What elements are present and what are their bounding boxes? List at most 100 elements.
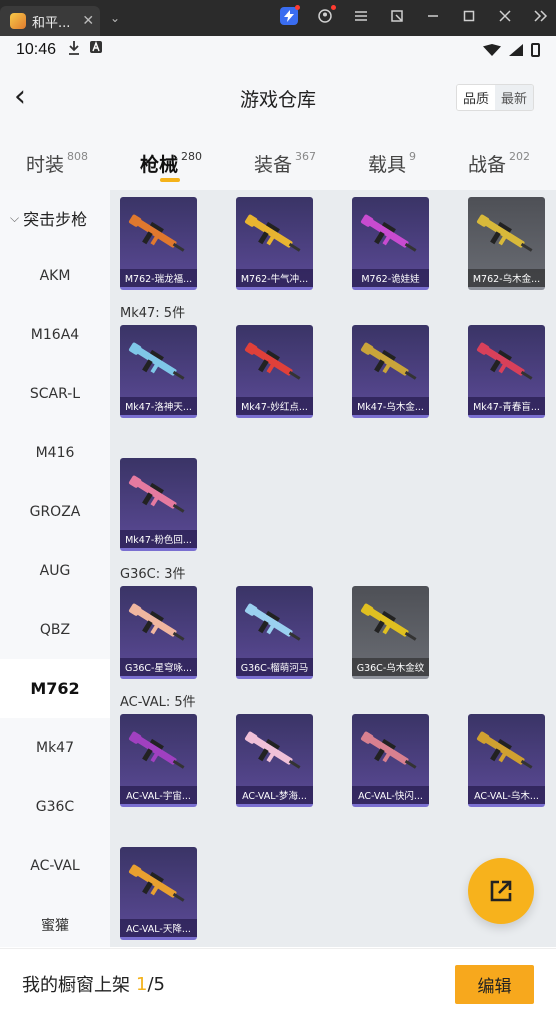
- item-grid: M762-瑞龙福... M762-牛气冲... M762-诡娃娃 M762-乌木金..…: [120, 197, 556, 290]
- app-screen: 10:46 ‹ 游戏仓库 品质 最新 时装 808 枪械 280 装备 367 载具 9…: [0, 36, 556, 1019]
- download-icon: [68, 41, 80, 59]
- rifle-icon: [244, 214, 301, 252]
- sidebar-item[interactable]: GROZA: [0, 482, 110, 541]
- tab-count: 280: [181, 150, 202, 163]
- rifle-icon: [128, 342, 185, 380]
- share-button[interactable]: [468, 858, 534, 924]
- weapon-skin-card[interactable]: Mk47-粉色回...: [120, 458, 197, 551]
- tab-label: 载具: [367, 154, 406, 176]
- rifle-icon: [476, 731, 533, 769]
- weapon-skin-name: AC-VAL-宇宙...: [120, 786, 197, 804]
- rifle-icon: [244, 731, 301, 769]
- weapon-skin-card[interactable]: Mk47-洛神天...: [120, 325, 197, 418]
- tab-close-icon[interactable]: ✕: [82, 13, 94, 29]
- sidebar-item[interactable]: QBZ: [0, 600, 110, 659]
- category-tabs: 时装 808 枪械 280 装备 367 载具 9 战备 202: [0, 132, 556, 190]
- weapon-skin-card[interactable]: M762-乌木金...: [468, 197, 545, 290]
- weapon-skin-name: G36C-榴萌河马: [236, 658, 313, 676]
- rifle-icon: [244, 603, 301, 641]
- sidebar-item[interactable]: M762: [0, 659, 110, 718]
- edit-button[interactable]: 编辑: [455, 964, 534, 1004]
- rifle-icon: [360, 342, 417, 380]
- weapon-skin-card[interactable]: M762-诡娃娃: [352, 197, 429, 290]
- weapon-skin-name: G36C-乌木金纹: [352, 658, 429, 676]
- sidebar-item[interactable]: M16A4: [0, 305, 110, 364]
- tab-title: 和平...: [32, 15, 71, 31]
- showcase-label: 我的橱窗上架: [22, 975, 130, 996]
- showcase-total: /5: [147, 973, 165, 995]
- chevron-down-icon: ⌵: [10, 210, 20, 225]
- window-tabbar: 和平... ✕ ⌄: [0, 0, 556, 36]
- tab-vehicles[interactable]: 载具 9: [368, 150, 416, 177]
- weapon-skin-card[interactable]: AC-VAL-天降...: [120, 847, 197, 940]
- weapon-sidebar: ⌵ 突击步枪 AKM M16A4 SCAR-L M416 GROZA AUG QBZ M762…: [0, 190, 110, 947]
- tab-equipment[interactable]: 装备 367: [254, 150, 316, 177]
- item-grid-area: M762-瑞龙福... M762-牛气冲... M762-诡娃娃 M762-乌木金..…: [110, 190, 556, 947]
- tab-count: 808: [67, 150, 88, 163]
- weapon-skin-name: Mk47-青春盲...: [468, 397, 545, 415]
- sort-by-quality[interactable]: 品质: [456, 85, 495, 110]
- weapon-skin-name: AC-VAL-快闪...: [352, 786, 429, 804]
- double-chevron-icon[interactable]: [532, 7, 550, 25]
- weapon-skin-card[interactable]: AC-VAL-快闪...: [352, 714, 429, 807]
- external-link-icon: [490, 880, 512, 902]
- weapon-skin-card[interactable]: Mk47-青春盲...: [468, 325, 545, 418]
- sidebar-heading[interactable]: ⌵ 突击步枪: [0, 190, 110, 246]
- sidebar-item[interactable]: AKM: [0, 246, 110, 305]
- battery-icon: [531, 43, 540, 57]
- weapon-skin-name: Mk47-妙红点...: [236, 397, 313, 415]
- account-icon[interactable]: [316, 5, 336, 25]
- tab-count: 367: [295, 150, 316, 163]
- sort-by-newest[interactable]: 最新: [494, 85, 533, 110]
- rifle-icon: [128, 864, 185, 902]
- tab-dropdown-icon[interactable]: ⌄: [110, 11, 120, 25]
- weapon-skin-card[interactable]: Mk47-乌木金...: [352, 325, 429, 418]
- sidebar-heading-label: 突击步枪: [23, 210, 88, 229]
- item-grid: G36C-星穹咏... G36C-榴萌河马 G36C-乌木金纹: [120, 586, 556, 679]
- close-icon[interactable]: [496, 7, 514, 25]
- rifle-icon: [476, 214, 533, 252]
- tab-label: 时装: [25, 154, 64, 176]
- wifi-icon: [483, 44, 501, 56]
- lightning-icon[interactable]: [280, 5, 300, 25]
- rifle-icon: [128, 731, 185, 769]
- minimize-icon[interactable]: [424, 7, 442, 25]
- status-bar: 10:46: [0, 36, 556, 64]
- sidebar-item[interactable]: G36C: [0, 777, 110, 836]
- weapon-skin-card[interactable]: G36C-乌木金纹: [352, 586, 429, 679]
- weapon-skin-name: AC-VAL-梦海...: [236, 786, 313, 804]
- sidebar-item[interactable]: AUG: [0, 541, 110, 600]
- group-label: AC-VAL: 5件: [120, 695, 196, 710]
- browser-tab[interactable]: 和平... ✕: [0, 6, 100, 36]
- maximize-icon[interactable]: [460, 7, 478, 25]
- weapon-skin-name: AC-VAL-乌木...: [468, 786, 545, 804]
- sidebar-item[interactable]: M416: [0, 423, 110, 482]
- rifle-icon: [128, 603, 185, 641]
- group-label: G36C: 3件: [120, 567, 186, 582]
- sidebar-item[interactable]: 蜜獾: [0, 895, 110, 947]
- weapon-skin-card[interactable]: M762-牛气冲...: [236, 197, 313, 290]
- weapon-skin-card[interactable]: AC-VAL-乌木...: [468, 714, 545, 807]
- back-icon[interactable]: ‹: [14, 82, 44, 112]
- tab-guns[interactable]: 枪械 280: [140, 150, 202, 182]
- weapon-skin-card[interactable]: Mk47-妙红点...: [236, 325, 313, 418]
- weapon-skin-card[interactable]: G36C-榴萌河马: [236, 586, 313, 679]
- weapon-skin-card[interactable]: M762-瑞龙福...: [120, 197, 197, 290]
- weapon-skin-card[interactable]: G36C-星穹咏...: [120, 586, 197, 679]
- menu-icon[interactable]: [352, 7, 370, 25]
- signal-icon: [509, 44, 523, 56]
- notification-app-icon: [90, 41, 103, 59]
- weapon-skin-card[interactable]: AC-VAL-梦海...: [236, 714, 313, 807]
- tab-label: 战备: [467, 154, 506, 176]
- rifle-icon: [360, 731, 417, 769]
- sidebar-item[interactable]: SCAR-L: [0, 364, 110, 423]
- tab-count: 202: [509, 150, 530, 163]
- sidebar-item[interactable]: AC-VAL: [0, 836, 110, 895]
- screenshot-icon[interactable]: [388, 7, 406, 25]
- sidebar-item[interactable]: Mk47: [0, 718, 110, 777]
- rifle-icon: [128, 214, 185, 252]
- tab-gear[interactable]: 战备 202: [468, 150, 530, 177]
- tab-skins[interactable]: 时装 808: [26, 150, 88, 177]
- item-grid: Mk47-洛神天... Mk47-妙红点... Mk47-乌木金... Mk47-青春…: [120, 325, 556, 551]
- weapon-skin-card[interactable]: AC-VAL-宇宙...: [120, 714, 197, 807]
